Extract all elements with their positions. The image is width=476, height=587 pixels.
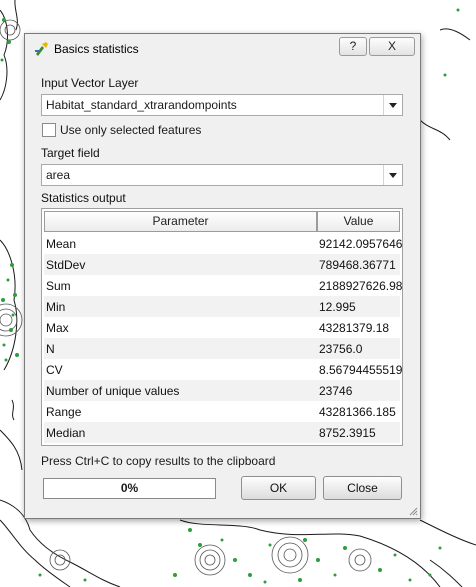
chevron-down-icon[interactable] (383, 95, 402, 115)
parameter-cell: Median (46, 426, 86, 440)
target-field-combo[interactable]: area (41, 164, 403, 186)
dialog-title: Basics statistics (54, 42, 139, 56)
dialog-titlebar[interactable]: Basics statistics ? X (25, 34, 420, 62)
target-field-value: area (46, 168, 71, 182)
value-cell: 789468.36771 (319, 258, 396, 272)
value-cell: 43281366.185 (319, 405, 396, 419)
close-button[interactable]: Close (323, 476, 402, 500)
statistics-table[interactable]: Parameter Value Mean 92142.0957646 StdDev 7… (41, 208, 403, 446)
progress-bar: 0% (43, 478, 216, 499)
parameter-cell: CV (46, 363, 63, 377)
window-close-button[interactable]: X (369, 37, 415, 56)
table-row[interactable]: CV 8.56794455519 (44, 359, 403, 380)
value-cell: 92142.0957646 (319, 237, 403, 251)
value-cell: 12.995 (319, 300, 356, 314)
qgis-tool-icon (35, 42, 48, 56)
column-header-value[interactable]: Value (317, 211, 400, 232)
input-layer-value: Habitat_standard_xtrarandompoints (46, 98, 237, 112)
parameter-cell: Range (46, 405, 82, 419)
column-header-parameter[interactable]: Parameter (44, 211, 317, 232)
table-row[interactable]: Range 43281366.185 (44, 401, 400, 422)
value-cell: 43281379.18 (319, 321, 390, 335)
table-row[interactable]: Median 8752.3915 (44, 422, 400, 443)
table-row[interactable]: N 23756.0 (44, 338, 400, 359)
value-cell: 23746 (319, 384, 353, 398)
resize-grip-icon[interactable] (408, 506, 418, 516)
input-layer-label: Input Vector Layer (41, 76, 139, 90)
ok-button[interactable]: OK (241, 476, 316, 500)
chevron-down-icon[interactable] (383, 165, 402, 185)
parameter-cell: Max (46, 321, 69, 335)
table-row[interactable]: Mean 92142.0957646 (44, 233, 403, 254)
parameter-cell: Min (46, 300, 66, 314)
value-cell: 8752.3915 (319, 426, 376, 440)
table-row[interactable]: Number of unique values 23746 (44, 380, 400, 401)
parameter-cell: N (46, 342, 55, 356)
selected-only-checkbox[interactable] (42, 123, 56, 137)
parameter-cell: Number of unique values (46, 384, 180, 398)
table-row[interactable]: StdDev 789468.36771 (44, 254, 400, 275)
value-cell: 8.56794455519 (319, 363, 403, 377)
table-header: Parameter Value (44, 211, 400, 232)
table-row[interactable]: Sum 2188927626.98 (44, 275, 403, 296)
value-cell: 2188927626.98 (319, 279, 403, 293)
target-field-label: Target field (41, 146, 100, 160)
progress-text: 0% (120, 481, 139, 495)
table-row[interactable]: Max 43281379.18 (44, 317, 400, 338)
input-layer-combo[interactable]: Habitat_standard_xtrarandompoints (41, 94, 403, 116)
statistics-output-label: Statistics output (41, 191, 126, 205)
help-button[interactable]: ? (339, 37, 367, 56)
parameter-cell: Sum (46, 279, 71, 293)
basics-statistics-dialog: Basics statistics ? X Input Vector Layer… (24, 33, 421, 519)
close-icon: X (387, 39, 396, 53)
selected-only-label: Use only selected features (60, 123, 202, 137)
table-row[interactable]: Min 12.995 (44, 296, 400, 317)
parameter-cell: StdDev (46, 258, 86, 272)
parameter-cell: Mean (46, 237, 77, 251)
value-cell: 23756.0 (319, 342, 363, 356)
copy-hint: Press Ctrl+C to copy results to the clip… (41, 454, 276, 468)
